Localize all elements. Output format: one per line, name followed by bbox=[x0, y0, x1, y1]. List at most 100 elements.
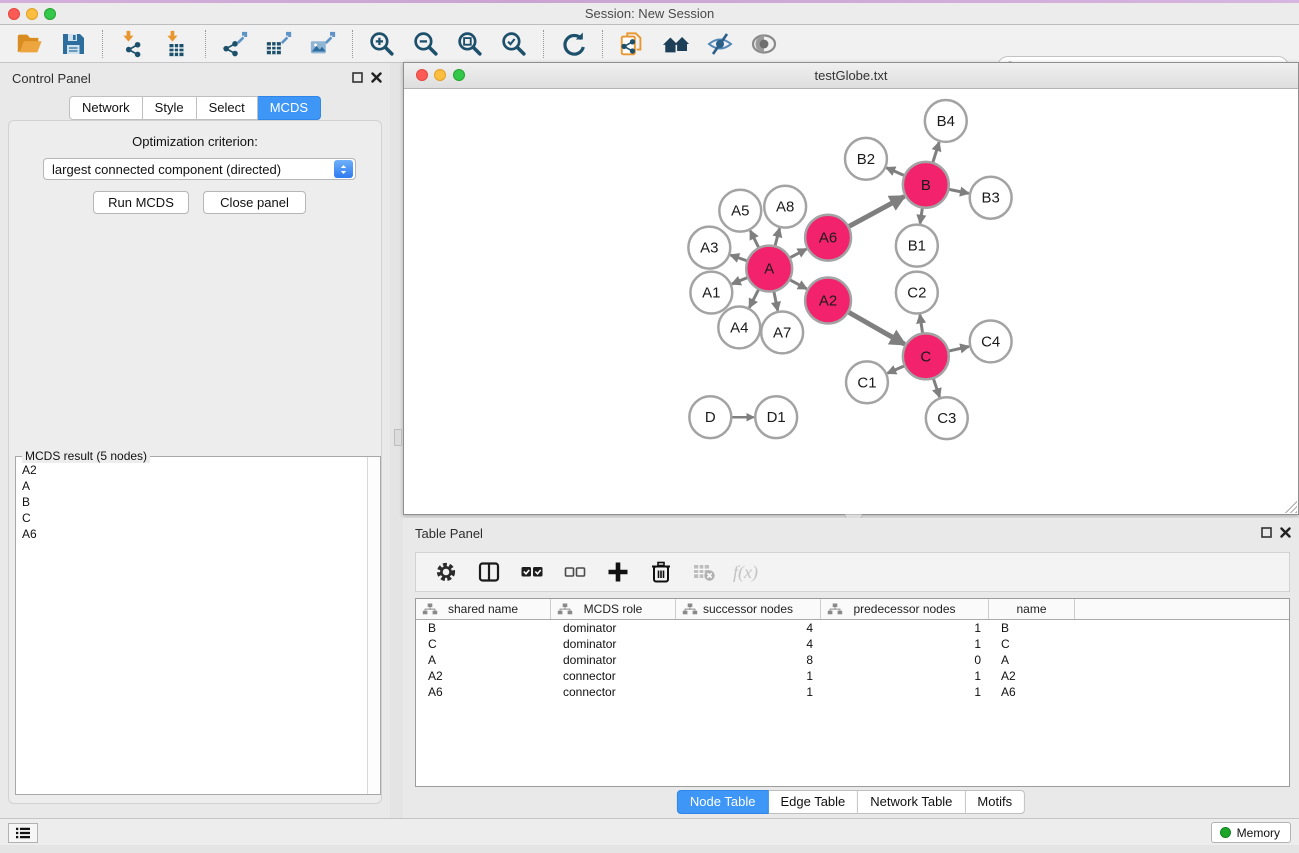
network-window-titlebar[interactable]: testGlobe.txt bbox=[404, 63, 1298, 89]
edge-C-C3[interactable] bbox=[933, 378, 939, 397]
zoom-out-icon[interactable] bbox=[409, 28, 443, 60]
table-row[interactable]: Bdominator41B bbox=[416, 620, 1289, 636]
add-row-icon[interactable] bbox=[604, 558, 632, 586]
node-C[interactable]: C bbox=[903, 333, 949, 379]
deselect-all-icon[interactable] bbox=[561, 558, 589, 586]
float-panel-icon[interactable] bbox=[352, 72, 363, 83]
tab-node-table[interactable]: Node Table bbox=[677, 790, 769, 814]
mcds-result-item[interactable]: A6 bbox=[17, 526, 367, 542]
edge-C-C4[interactable] bbox=[948, 346, 969, 351]
splitter-grabber-vertical[interactable] bbox=[394, 429, 402, 446]
zoom-selected-icon[interactable] bbox=[497, 28, 531, 60]
node-D1[interactable]: D1 bbox=[755, 396, 797, 438]
edge-A-A4[interactable] bbox=[749, 289, 758, 307]
edge-B-B2[interactable] bbox=[887, 168, 905, 176]
node-A4[interactable]: A4 bbox=[718, 306, 760, 348]
export-image-icon[interactable] bbox=[306, 28, 340, 60]
window-resize-grip[interactable] bbox=[1285, 501, 1297, 513]
node-D[interactable]: D bbox=[689, 396, 731, 438]
edge-C-C1[interactable] bbox=[888, 366, 905, 374]
node-C3[interactable]: C3 bbox=[926, 397, 968, 439]
mcds-result-item[interactable]: C bbox=[17, 510, 367, 526]
node-A8[interactable]: A8 bbox=[764, 186, 806, 228]
node-A2[interactable]: A2 bbox=[805, 278, 851, 324]
tab-motifs[interactable]: Motifs bbox=[965, 790, 1025, 814]
node-B[interactable]: B bbox=[903, 162, 949, 208]
tab-network[interactable]: Network bbox=[69, 96, 143, 120]
edge-A-A3[interactable] bbox=[730, 255, 747, 261]
mcds-result-list[interactable]: A2ABCA6 bbox=[17, 462, 367, 793]
edge-B-B4[interactable] bbox=[933, 142, 939, 162]
edge-A6-B[interactable] bbox=[848, 196, 904, 226]
table-settings-icon[interactable] bbox=[432, 558, 460, 586]
edge-B-B3[interactable] bbox=[948, 189, 968, 193]
edge-A-A8[interactable] bbox=[775, 228, 780, 246]
node-B2[interactable]: B2 bbox=[845, 138, 887, 180]
clone-network-icon[interactable] bbox=[615, 28, 649, 60]
column-header-name[interactable]: name bbox=[989, 599, 1075, 619]
node-C1[interactable]: C1 bbox=[846, 361, 888, 403]
refresh-icon[interactable] bbox=[556, 28, 590, 60]
float-table-panel-icon[interactable] bbox=[1261, 527, 1272, 538]
close-panel-icon[interactable] bbox=[371, 72, 382, 83]
select-all-icon[interactable] bbox=[518, 558, 546, 586]
export-network-icon[interactable] bbox=[218, 28, 252, 60]
node-A7[interactable]: A7 bbox=[761, 311, 803, 353]
criterion-dropdown[interactable]: largest connected component (directed) bbox=[43, 158, 356, 180]
table-row[interactable]: A6connector11A6 bbox=[416, 684, 1289, 700]
column-header-shared-name[interactable]: shared name bbox=[416, 599, 551, 619]
edge-A-A1[interactable] bbox=[732, 277, 748, 284]
column-header-predecessor-nodes[interactable]: predecessor nodes bbox=[821, 599, 989, 619]
edge-A2-C[interactable] bbox=[848, 312, 905, 344]
node-A3[interactable]: A3 bbox=[688, 227, 730, 269]
zoom-fit-icon[interactable] bbox=[453, 28, 487, 60]
node-B1[interactable]: B1 bbox=[896, 225, 938, 267]
table-row[interactable]: Cdominator41C bbox=[416, 636, 1289, 652]
edge-A-A7[interactable] bbox=[774, 291, 778, 310]
tab-select[interactable]: Select bbox=[197, 96, 258, 120]
show-panel-icon[interactable] bbox=[747, 28, 781, 60]
task-history-button[interactable] bbox=[8, 823, 38, 843]
import-network-icon[interactable] bbox=[115, 28, 149, 60]
edge-C-C2[interactable] bbox=[920, 315, 923, 334]
node-A6[interactable]: A6 bbox=[805, 215, 851, 261]
tab-edge-table[interactable]: Edge Table bbox=[768, 790, 858, 814]
zoom-in-icon[interactable] bbox=[365, 28, 399, 60]
open-session-icon[interactable] bbox=[12, 28, 46, 60]
mcds-result-item[interactable]: A2 bbox=[17, 462, 367, 478]
edge-A-A2[interactable] bbox=[789, 280, 806, 289]
close-panel-button[interactable]: Close panel bbox=[203, 191, 306, 214]
node-C2[interactable]: C2 bbox=[896, 272, 938, 314]
close-table-panel-icon[interactable] bbox=[1280, 527, 1291, 538]
edge-A-A5[interactable] bbox=[750, 231, 759, 248]
node-A1[interactable]: A1 bbox=[690, 272, 732, 314]
table-row[interactable]: Adominator80A bbox=[416, 652, 1289, 668]
node-table[interactable]: shared nameMCDS rolesuccessor nodesprede… bbox=[415, 598, 1290, 787]
home-icon[interactable] bbox=[659, 28, 693, 60]
node-B3[interactable]: B3 bbox=[970, 177, 1012, 219]
mcds-result-item[interactable]: A bbox=[17, 478, 367, 494]
node-A5[interactable]: A5 bbox=[719, 190, 761, 232]
column-header-mcds-role[interactable]: MCDS role bbox=[551, 599, 676, 619]
tab-mcds[interactable]: MCDS bbox=[258, 96, 321, 120]
import-table-icon[interactable] bbox=[159, 28, 193, 60]
export-table-icon[interactable] bbox=[262, 28, 296, 60]
edge-B-B1[interactable] bbox=[920, 208, 922, 224]
memory-button[interactable]: Memory bbox=[1211, 822, 1291, 843]
node-A[interactable]: A bbox=[746, 246, 792, 292]
save-session-icon[interactable] bbox=[56, 28, 90, 60]
table-row[interactable]: A2connector11A2 bbox=[416, 668, 1289, 684]
mcds-result-item[interactable]: B bbox=[17, 494, 367, 510]
result-scrollbar[interactable] bbox=[367, 457, 380, 794]
tab-style[interactable]: Style bbox=[143, 96, 197, 120]
edge-A-A6[interactable] bbox=[790, 249, 807, 258]
manage-columns-icon[interactable] bbox=[475, 558, 503, 586]
column-header-successor-nodes[interactable]: successor nodes bbox=[676, 599, 821, 619]
delete-rows-icon[interactable] bbox=[647, 558, 675, 586]
tab-network-table[interactable]: Network Table bbox=[858, 790, 965, 814]
hide-panel-icon[interactable] bbox=[703, 28, 737, 60]
network-canvas[interactable]: A A1 A2 A3 A4 A5 A6 A7 A8 B B1 B2 B3B4 C C1 C2 C3C4 D D1 bbox=[405, 89, 1297, 513]
node-B4[interactable]: B4 bbox=[925, 100, 967, 142]
node-C4[interactable]: C4 bbox=[970, 320, 1012, 362]
run-mcds-button[interactable]: Run MCDS bbox=[93, 191, 189, 214]
